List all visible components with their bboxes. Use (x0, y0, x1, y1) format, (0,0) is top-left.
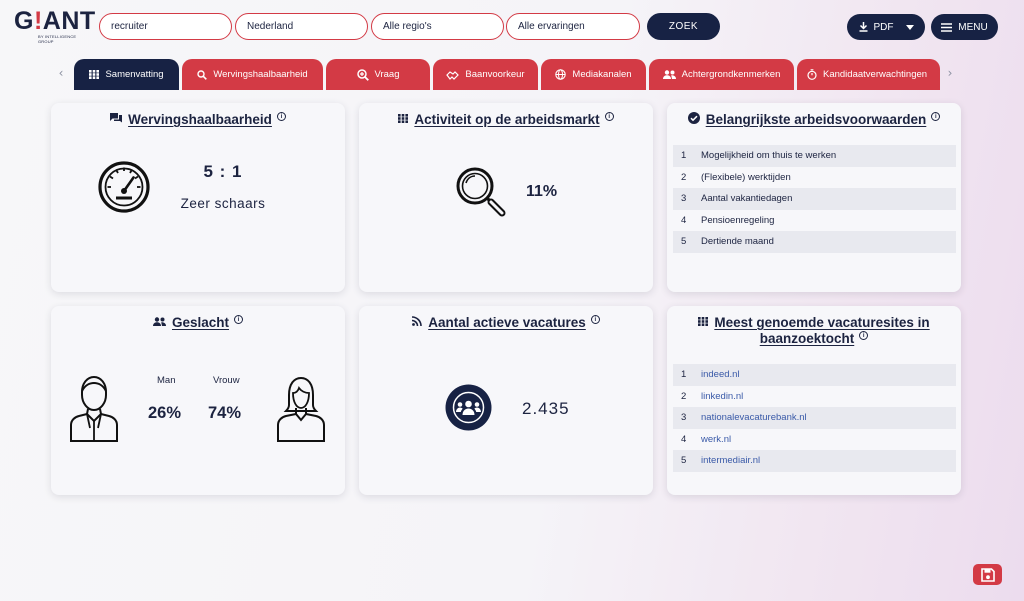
conditions-list: 1 Mogelijkheid om thuis te werken 2 (Flexi… (673, 145, 956, 253)
site-link[interactable]: nationalevacaturebank.nl (701, 412, 807, 423)
search-icon (197, 69, 208, 80)
card-title: Meest genoemde vacaturesites in baanzoekt… (667, 315, 961, 347)
recruitability-ratio: 5 : 1 (203, 162, 243, 181)
site-link[interactable]: linkedin.nl (701, 391, 743, 402)
list-item[interactable]: 3 nationalevacaturebank.nl (673, 407, 956, 429)
tab-mediakanalen[interactable]: Mediakanalen (541, 59, 646, 90)
list-item: 1 Mogelijkheid om thuis te werken (673, 145, 956, 167)
tab-label: Baanvoorkeur (465, 69, 525, 80)
male-avatar-icon (70, 375, 118, 442)
tab-label: Samenvatting (105, 69, 164, 80)
chat-icon (110, 112, 123, 128)
tab-label: Kandidaatverwachtingen (823, 69, 928, 80)
download-icon (859, 22, 867, 32)
info-icon[interactable]: i (604, 112, 614, 121)
vacancies-card: Aantal actieve vacatures i 2.435 (359, 306, 653, 495)
male-label: Man (157, 375, 176, 386)
conditions-card: Belangrijkste arbeidsvoorwaarden i 1 Mogel… (667, 103, 961, 292)
tab-label: Vraag (374, 69, 400, 80)
job-sites-list: 1 indeed.nl 2 linkedin.nl 3 nationalevacatu… (673, 364, 956, 472)
tab-achtergrondkenmerken[interactable]: Achtergrondkenmerken (649, 59, 794, 90)
check-circle-icon (687, 112, 700, 129)
info-icon[interactable]: i (276, 112, 286, 121)
chevron-left-icon[interactable]: ‹ (55, 66, 67, 80)
site-link[interactable]: werk.nl (701, 434, 731, 445)
tab-bar: ‹ Samenvatting Wervingshaalbaarheid Vraa… (0, 59, 1024, 90)
floppy-disk-icon (980, 567, 995, 582)
list-item[interactable]: 5 intermediair.nl (673, 450, 956, 472)
list-item[interactable]: 2 linkedin.nl (673, 386, 956, 408)
tab-label: Achtergrondkenmerken (681, 69, 781, 80)
grid-icon (698, 315, 709, 331)
female-percentage: 74% (208, 404, 242, 422)
menu-button[interactable]: MENU (931, 14, 998, 40)
female-avatar-icon (277, 376, 325, 442)
info-icon[interactable]: i (590, 315, 600, 324)
recruitability-card: Wervingshaalbaarheid i 5 : 1 Zeer schaars (51, 103, 345, 292)
tab-label: Wervingshaalbaarheid (213, 69, 308, 80)
giant-logo[interactable]: G!ANT BY INTELLIGENCE GROUP (14, 7, 96, 46)
tab-wervingshaalbaarheid[interactable]: Wervingshaalbaarheid (182, 59, 323, 90)
tab-baanvoorkeur[interactable]: Baanvoorkeur (433, 59, 538, 90)
pdf-download-button[interactable]: PDF (847, 14, 925, 40)
hamburger-icon (941, 22, 953, 32)
job-title-input[interactable]: recruiter (99, 13, 232, 40)
list-item[interactable]: 1 indeed.nl (673, 364, 956, 386)
tab-label: Mediakanalen (572, 69, 632, 80)
card-title: Belangrijkste arbeidsvoorwaarden i (667, 112, 961, 129)
people-icon (662, 70, 676, 79)
region-select[interactable]: Alle regio's (371, 13, 504, 40)
male-percentage: 26% (148, 404, 182, 422)
search-plus-icon (356, 68, 369, 81)
globe-icon (555, 69, 567, 80)
handshake-icon (446, 70, 460, 80)
list-item: 5 Dertiende maand (673, 231, 956, 253)
female-label: Vrouw (213, 375, 240, 386)
pdf-label: PDF (873, 21, 894, 33)
menu-label: MENU (958, 21, 988, 33)
grid-icon (398, 112, 409, 128)
team-circle-icon (445, 384, 492, 431)
stopwatch-icon (807, 69, 817, 80)
card-title: Geslacht i (51, 315, 345, 331)
info-icon[interactable]: i (859, 331, 869, 341)
list-item[interactable]: 4 werk.nl (673, 429, 956, 451)
save-button[interactable] (973, 564, 1002, 585)
list-item: 2 (Flexibele) werktijden (681, 171, 791, 183)
rss-icon (412, 315, 423, 331)
tab-vraag[interactable]: Vraag (326, 59, 430, 90)
activity-card: Activiteit op de arbeidsmarkt i 11% (359, 103, 653, 292)
card-title: Wervingshaalbaarheid i (51, 112, 345, 128)
experience-select[interactable]: Alle ervaringen (506, 13, 640, 40)
tab-samenvatting[interactable]: Samenvatting (74, 59, 179, 90)
caret-down-icon (905, 24, 914, 30)
card-title: Aantal actieve vacatures i (359, 315, 653, 331)
search-button[interactable]: ZOEK (647, 13, 720, 40)
tab-kandidaatverwachtingen[interactable]: Kandidaatverwachtingen (797, 59, 940, 90)
list-item: 4 Pensioenregeling (681, 214, 775, 226)
gauge-icon (98, 161, 150, 213)
people-icon (152, 315, 166, 331)
logo-subtitle: BY INTELLIGENCE GROUP (38, 34, 77, 44)
magnifier-icon (456, 167, 506, 217)
chevron-right-icon[interactable]: › (944, 66, 956, 80)
grid-icon (89, 70, 100, 79)
gender-card: Geslacht i Man Vrouw 26% 74% (51, 306, 345, 495)
active-vacancies-count: 2.435 (522, 399, 570, 418)
info-icon[interactable]: i (931, 112, 941, 121)
job-sites-card: Meest genoemde vacaturesites in baanzoekt… (667, 306, 961, 495)
recruitability-label: Zeer schaars (180, 196, 266, 211)
activity-percentage: 11% (526, 183, 558, 200)
info-icon[interactable]: i (234, 315, 244, 324)
country-select[interactable]: Nederland (235, 13, 368, 40)
top-bar: G!ANT BY INTELLIGENCE GROUP recruiter Ne… (0, 0, 1024, 52)
list-item: 3 Aantal vakantiedagen (673, 188, 956, 210)
card-title: Activiteit op de arbeidsmarkt i (359, 112, 653, 128)
site-link[interactable]: indeed.nl (701, 369, 740, 380)
logo-wordmark: G!ANT (14, 7, 96, 35)
site-link[interactable]: intermediair.nl (701, 455, 760, 466)
